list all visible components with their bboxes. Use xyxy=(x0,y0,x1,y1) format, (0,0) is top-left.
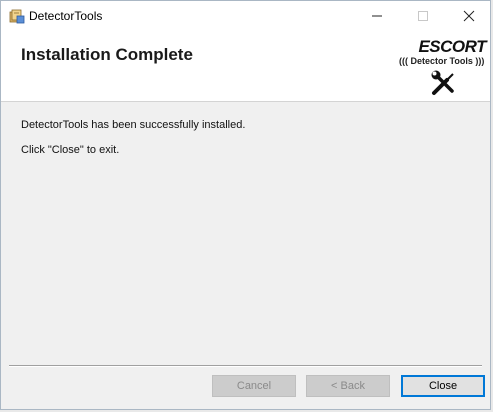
header-banner: Installation Complete ESCORT ((( Detecto… xyxy=(1,31,490,102)
maximize-icon xyxy=(418,11,428,21)
instruction-message: Click "Close" to exit. xyxy=(21,144,120,156)
installer-icon xyxy=(9,9,25,24)
footer-divider xyxy=(9,365,482,367)
cancel-button[interactable]: Cancel xyxy=(212,375,296,397)
window-title: DetectorTools xyxy=(29,9,103,23)
escort-logo: ESCORT ((( Detector Tools ))) xyxy=(397,37,492,99)
page-title: Installation Complete xyxy=(21,45,193,64)
title-bar[interactable]: DetectorTools xyxy=(1,1,490,31)
minimize-button[interactable] xyxy=(354,1,400,31)
minimize-icon xyxy=(372,15,382,17)
dialog-content: DetectorTools has been successfully inst… xyxy=(1,102,490,366)
logo-brand-text: ESCORT xyxy=(418,37,486,56)
logo-subtitle-text: ((( Detector Tools ))) xyxy=(399,56,485,66)
tools-icon xyxy=(431,70,454,95)
close-icon xyxy=(463,10,475,22)
back-button[interactable]: < Back xyxy=(306,375,390,397)
close-window-button[interactable] xyxy=(446,1,492,31)
maximize-button[interactable] xyxy=(400,1,446,31)
success-message: DetectorTools has been successfully inst… xyxy=(21,119,246,131)
close-button[interactable]: Close xyxy=(401,375,485,397)
installer-window: DetectorTools Installation Complete ESCO… xyxy=(0,0,491,410)
